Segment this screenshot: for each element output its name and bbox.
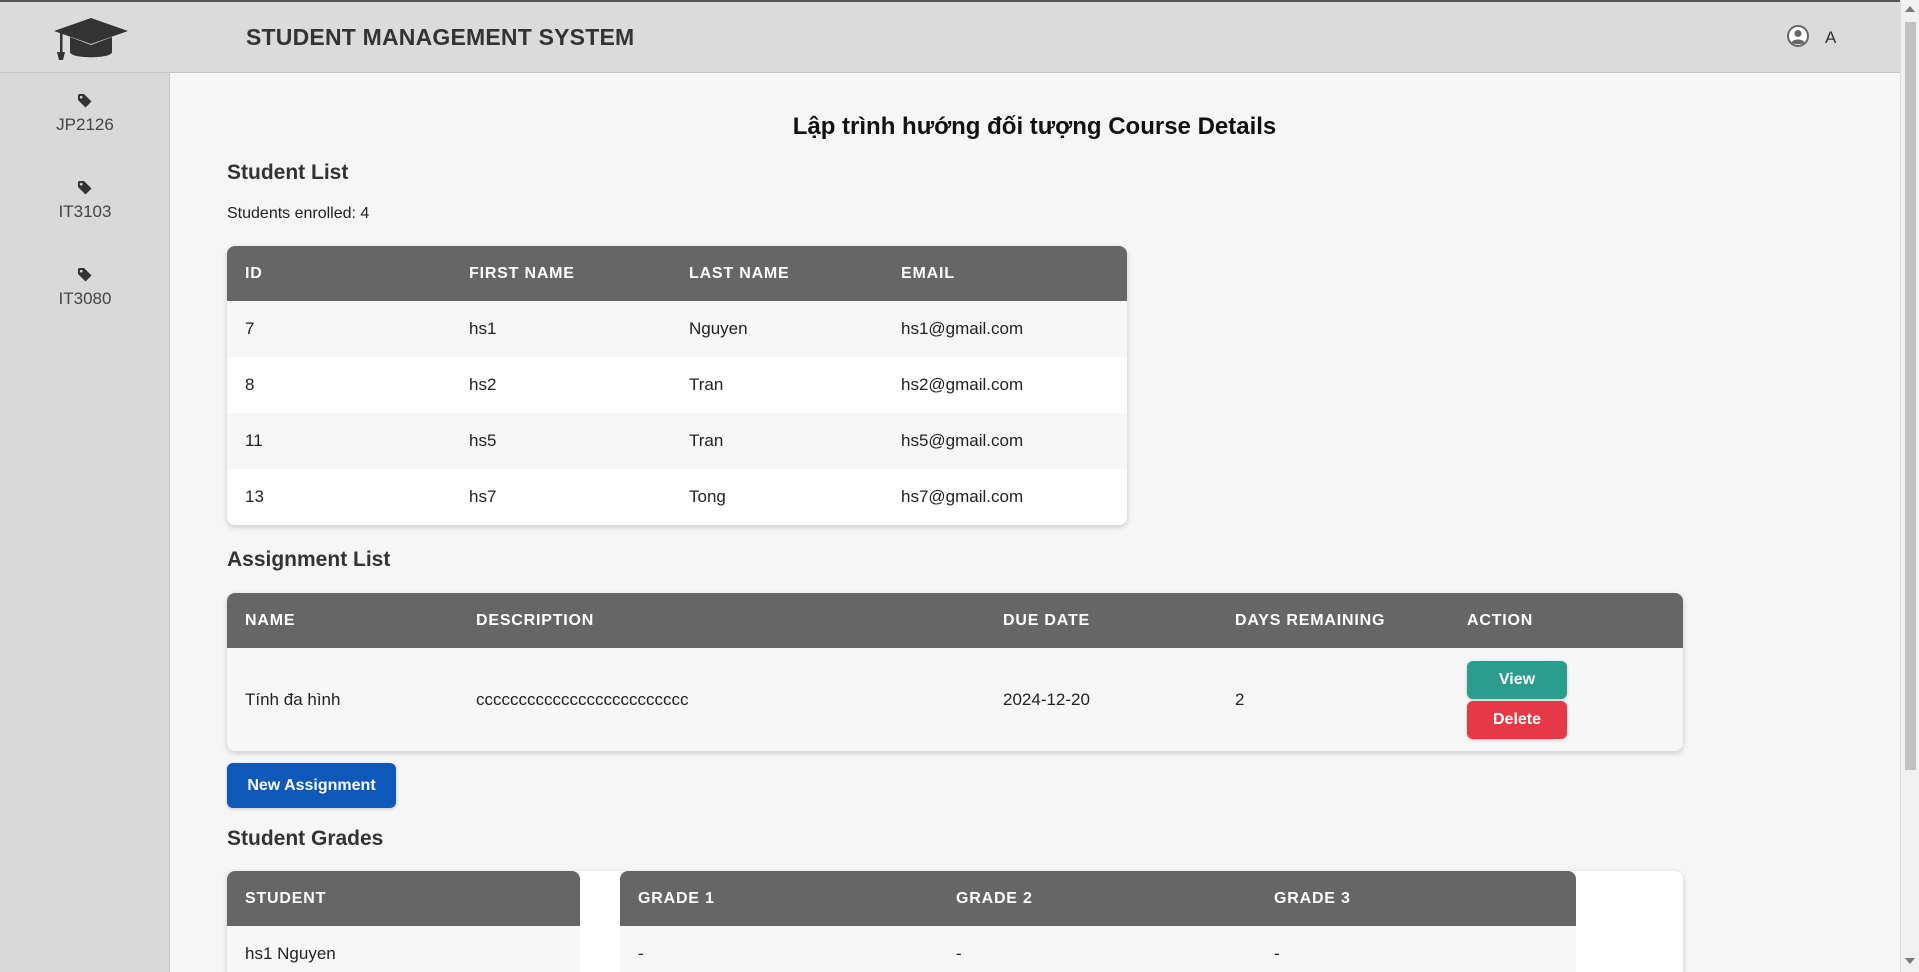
table-row: Tính đa hình ccccccccccccccccccccccccc 2…: [227, 648, 1683, 751]
app-title: STUDENT MANAGEMENT SYSTEM: [246, 24, 635, 50]
table-header-row: ID FIRST NAME LAST NAME EMAIL: [227, 246, 1127, 301]
view-button[interactable]: View: [1467, 660, 1567, 699]
column-header-grade-3: GRADE 3: [1256, 871, 1576, 926]
grade-value: -: [938, 926, 1256, 972]
student-first-name: hs2: [451, 357, 671, 413]
student-id: 11: [227, 413, 451, 469]
students-enrolled-count: Students enrolled: 4: [227, 205, 370, 222]
assignment-actions: View Delete: [1449, 648, 1683, 751]
assignment-list-table: NAME DESCRIPTION DUE DATE DAYS REMAINING…: [227, 593, 1683, 751]
new-assignment-button[interactable]: New Assignment: [227, 763, 396, 808]
table-row: - - -: [620, 926, 1576, 972]
column-header-grade-2: GRADE 2: [938, 871, 1256, 926]
table-header-row: NAME DESCRIPTION DUE DATE DAYS REMAINING…: [227, 593, 1683, 648]
student-id: 7: [227, 301, 451, 357]
assignment-list-title: Assignment List: [227, 548, 391, 571]
student-last-name: Tran: [671, 357, 883, 413]
table-header-row: GRADE 1 GRADE 2 GRADE 3: [620, 871, 1576, 926]
column-header-action: ACTION: [1449, 593, 1683, 648]
grade-value: -: [1256, 926, 1576, 972]
sidebar-item-label: IT3103: [58, 202, 112, 221]
scroll-up-arrow-icon[interactable]: [1905, 6, 1915, 12]
student-email: hs1@gmail.com: [883, 301, 1127, 357]
student-last-name: Nguyen: [671, 301, 883, 357]
student-grades-title: Student Grades: [227, 827, 384, 850]
user-name[interactable]: A: [1825, 28, 1836, 48]
sidebar-item-label: IT3080: [58, 289, 112, 308]
sidebar-item-jp2126[interactable]: JP2126: [0, 93, 170, 135]
column-header-first-name: FIRST NAME: [451, 246, 671, 301]
student-last-name: Tran: [671, 413, 883, 469]
column-header-student: STUDENT: [227, 871, 580, 926]
grade-student-name: hs1 Nguyen: [227, 926, 580, 972]
table-row: 8 hs2 Tran hs2@gmail.com: [227, 357, 1127, 413]
assignment-days-remaining: 2: [1217, 648, 1449, 751]
student-id: 8: [227, 357, 451, 413]
delete-button[interactable]: Delete: [1467, 700, 1567, 739]
graduation-cap-icon: [54, 18, 128, 60]
student-list-title: Student List: [227, 161, 349, 184]
column-header-name: NAME: [227, 593, 458, 648]
table-row: 7 hs1 Nguyen hs1@gmail.com: [227, 301, 1127, 357]
user-account-icon[interactable]: [1787, 25, 1809, 47]
student-first-name: hs5: [451, 413, 671, 469]
table-row: 11 hs5 Tran hs5@gmail.com: [227, 413, 1127, 469]
assignment-due-date: 2024-12-20: [985, 648, 1217, 751]
tag-icon: [78, 181, 92, 195]
grades-marks-table: GRADE 1 GRADE 2 GRADE 3 - - -: [620, 871, 1576, 972]
scroll-down-arrow-icon[interactable]: [1905, 958, 1915, 964]
column-header-last-name: LAST NAME: [671, 246, 883, 301]
student-first-name: hs1: [451, 301, 671, 357]
column-header-days-remaining: DAYS REMAINING: [1217, 593, 1449, 648]
student-list-table: ID FIRST NAME LAST NAME EMAIL 7 hs1 Nguy…: [227, 246, 1127, 525]
table-row: 13 hs7 Tong hs7@gmail.com: [227, 469, 1127, 525]
table-header-row: STUDENT: [227, 871, 580, 926]
assignment-description: ccccccccccccccccccccccccc: [458, 648, 985, 751]
column-header-description: DESCRIPTION: [458, 593, 985, 648]
vertical-scrollbar[interactable]: [1900, 0, 1919, 972]
tag-icon: [78, 268, 92, 282]
scrollbar-thumb[interactable]: [1905, 22, 1916, 770]
grades-student-table: STUDENT hs1 Nguyen: [227, 871, 580, 972]
tag-icon: [78, 94, 92, 108]
grade-value: -: [620, 926, 938, 972]
student-email: hs2@gmail.com: [883, 357, 1127, 413]
table-row: hs1 Nguyen: [227, 926, 580, 972]
sidebar-item-it3103[interactable]: IT3103: [0, 180, 170, 222]
assignment-name: Tính đa hình: [227, 648, 458, 751]
top-bar: STUDENT MANAGEMENT SYSTEM A: [0, 0, 1900, 73]
student-grades-panel: STUDENT hs1 Nguyen GRADE 1 GRADE 2 GRADE…: [227, 871, 1683, 972]
main-content: Lập trình hướng đối tượng Course Details…: [171, 73, 1900, 972]
column-header-grade-1: GRADE 1: [620, 871, 938, 926]
column-header-id: ID: [227, 246, 451, 301]
student-id: 13: [227, 469, 451, 525]
column-header-due-date: DUE DATE: [985, 593, 1217, 648]
student-email: hs5@gmail.com: [883, 413, 1127, 469]
sidebar-item-label: JP2126: [56, 115, 114, 134]
sidebar: JP2126 IT3103 IT3080: [0, 73, 170, 972]
student-first-name: hs7: [451, 469, 671, 525]
column-header-email: EMAIL: [883, 246, 1127, 301]
student-email: hs7@gmail.com: [883, 469, 1127, 525]
page-title: Lập trình hướng đối tượng Course Details: [792, 113, 1277, 140]
sidebar-item-it3080[interactable]: IT3080: [0, 267, 170, 309]
student-last-name: Tong: [671, 469, 883, 525]
